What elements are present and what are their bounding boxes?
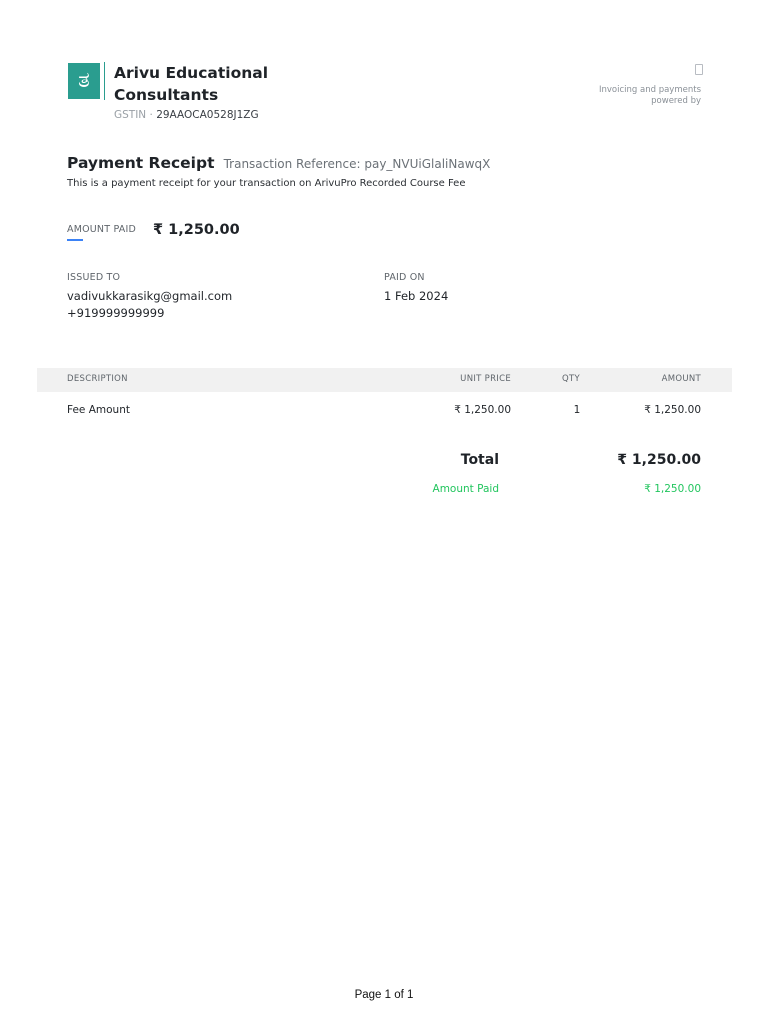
total-label: Total: [460, 452, 499, 468]
amount-paid-summary-value: ₹ 1,250.00: [644, 483, 701, 495]
gstin-separator: ·: [146, 109, 157, 121]
gstin-row: GSTIN · 29AAOCA0528J1ZG: [114, 109, 259, 121]
column-header-amount: AMOUNT: [661, 374, 701, 384]
column-header-description: DESCRIPTION: [67, 374, 128, 384]
amount-paid-summary-label: Amount Paid: [432, 483, 499, 495]
column-header-qty: QTY: [562, 374, 580, 384]
logo-divider: [104, 62, 105, 100]
powered-by-text: Invoicing and payments powered by: [599, 85, 701, 106]
receipt-title-row: Payment Receipt Transaction Reference: p…: [67, 153, 490, 172]
receipt-page: ತ Arivu Educational Consultants GSTIN · …: [0, 0, 768, 1024]
transaction-reference: Transaction Reference: pay_NVUiGlaliNawq…: [223, 157, 491, 171]
amount-paid-label: AMOUNT PAID: [67, 224, 136, 235]
issued-to-email: vadivukkarasikg@gmail.com: [67, 289, 233, 303]
paid-on-date: 1 Feb 2024: [384, 289, 449, 303]
receipt-description: This is a payment receipt for your trans…: [67, 178, 466, 189]
total-value: ₹ 1,250.00: [617, 452, 701, 468]
row-description: Fee Amount: [67, 404, 130, 416]
row-unit-price: ₹ 1,250.00: [454, 404, 511, 416]
line-items-header: [37, 368, 732, 392]
issued-to-label: ISSUED TO: [67, 272, 121, 283]
organization-logo: ತ: [68, 63, 100, 99]
amount-paid-value: ₹ 1,250.00: [153, 222, 240, 238]
row-amount: ₹ 1,250.00: [644, 404, 701, 416]
powered-by-logo-icon: [695, 64, 703, 75]
gstin-value: 29AAOCA0528J1ZG: [156, 109, 259, 121]
receipt-title: Payment Receipt: [67, 154, 215, 172]
column-header-unit-price: UNIT PRICE: [460, 374, 511, 384]
logo-glyph: ತ: [78, 68, 90, 93]
row-qty: 1: [573, 404, 581, 416]
gstin-label: GSTIN: [114, 109, 147, 121]
page-number: Page 1 of 1: [354, 989, 414, 1001]
amount-paid-underline: [67, 239, 83, 241]
paid-on-label: PAID ON: [384, 272, 425, 283]
organization-name: Arivu Educational Consultants: [114, 64, 269, 104]
issued-to-phone: +919999999999: [67, 306, 165, 320]
